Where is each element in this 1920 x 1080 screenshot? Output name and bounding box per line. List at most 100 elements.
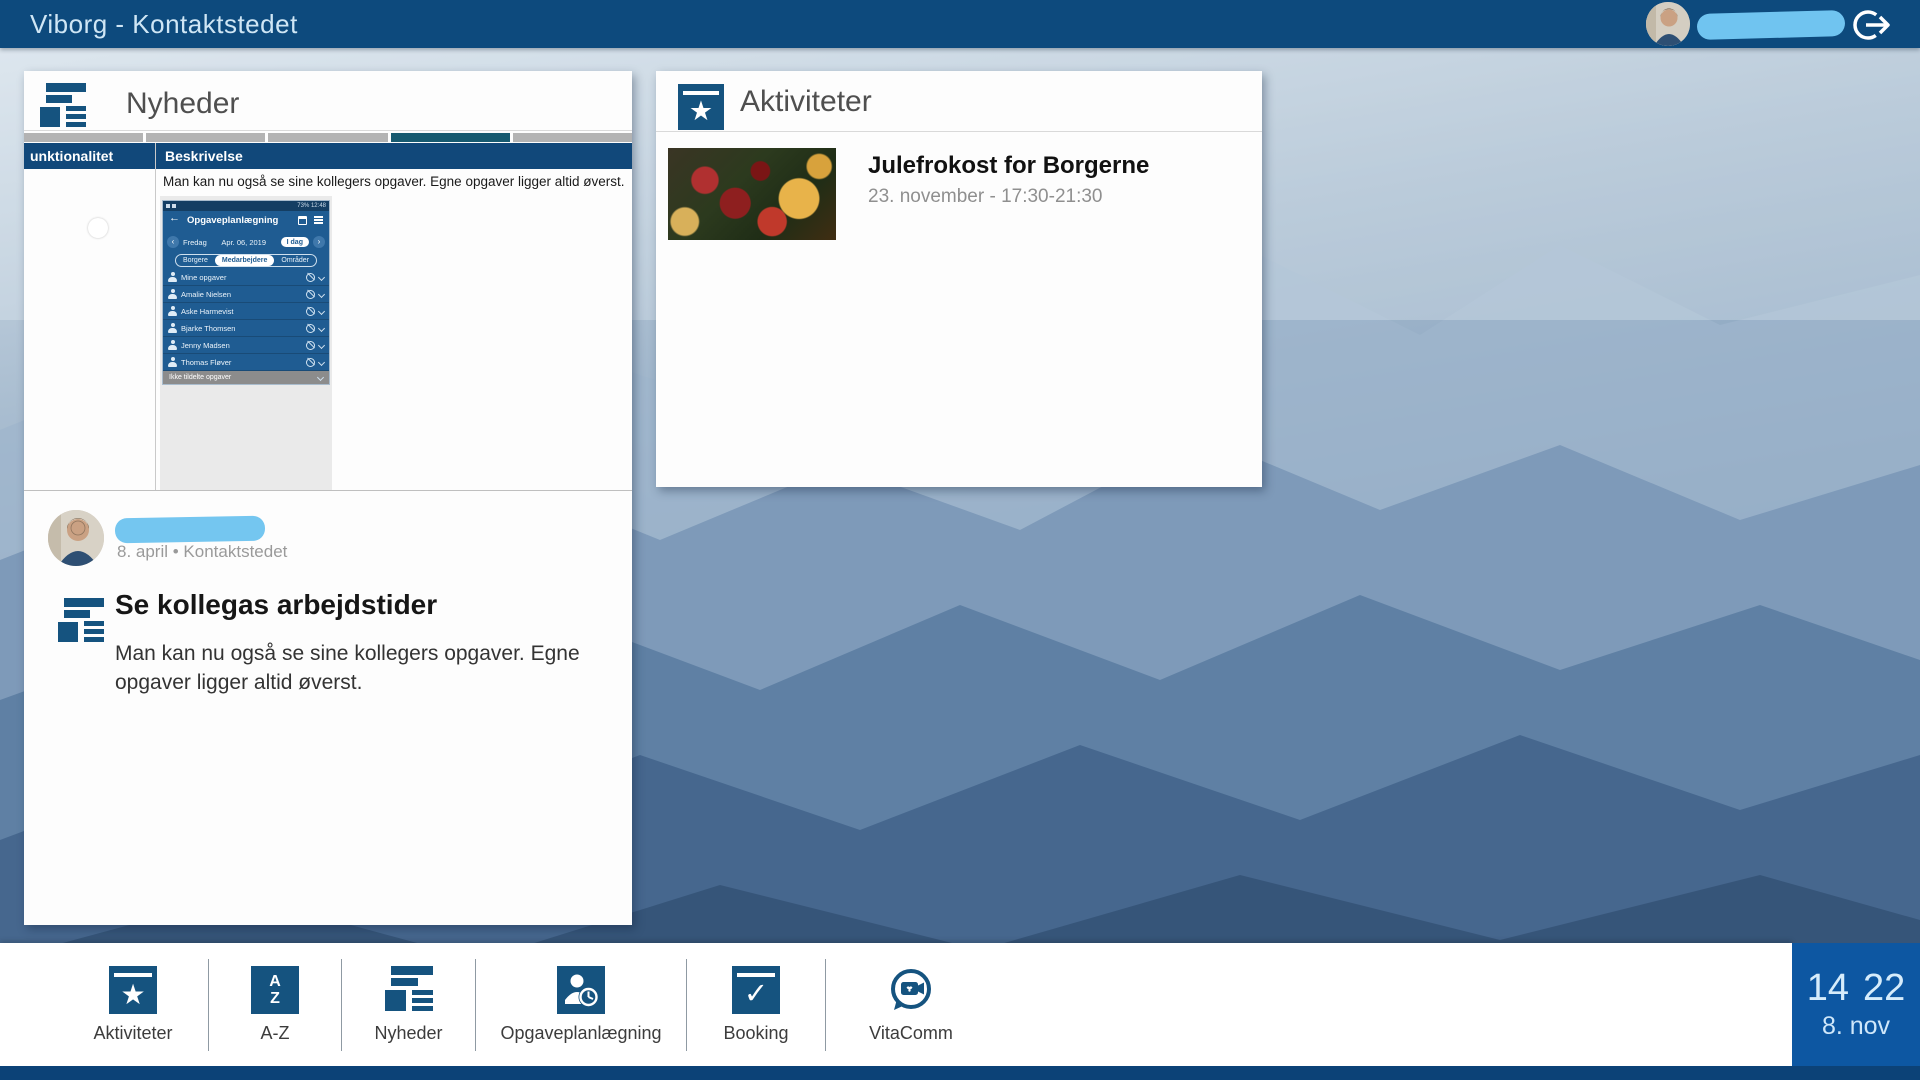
phone-list-row: Aske Harmevist: [163, 303, 329, 320]
pager-segment[interactable]: [146, 133, 265, 142]
phone-row-label: Thomas Fløver: [181, 358, 231, 367]
star-glyph: ★: [678, 95, 724, 127]
phone-tab-borgere: Borgere: [176, 255, 215, 266]
phone-app-bar: ← Opgaveplanlægning: [163, 211, 329, 232]
divider: [24, 130, 632, 131]
phone-date-nav: ‹ Fredag Apr. 06, 2019 I dag ›: [163, 232, 329, 252]
dock-label: A-Z: [261, 1023, 290, 1044]
event-item[interactable]: Julefrokost for Borgerne 23. november - …: [656, 138, 1262, 258]
event-datetime: 23. november - 17:30-21:30: [868, 186, 1103, 208]
chevron-down-icon: [318, 358, 325, 365]
phone-status-bar: 73% 12:48: [163, 201, 329, 211]
divider: [656, 131, 1262, 132]
phone-screenshot-image: 73% 12:48 ← Opgaveplanlægning ‹ Fredag A…: [162, 200, 330, 385]
bottom-strip: [0, 1066, 1920, 1080]
dock-item-booking[interactable]: ✓ Booking: [687, 943, 825, 1066]
table-column-divider: [155, 143, 156, 490]
person-icon: [168, 340, 177, 350]
pager-segment[interactable]: [24, 133, 143, 142]
news-tile-icon: [385, 966, 433, 1014]
menu-icon: [314, 216, 323, 225]
dock-label: Opgaveplanlægning: [500, 1023, 661, 1044]
calendar-icon: [298, 216, 307, 225]
star-glyph: ★: [109, 978, 157, 1011]
user-name-redaction: [1697, 10, 1846, 40]
phone-row-label: Aske Harmevist: [181, 307, 234, 316]
chevron-down-icon: [318, 290, 325, 297]
post-news-icon: [58, 598, 104, 644]
phone-tab-medarbejdere: Medarbejdere: [215, 255, 275, 266]
phone-date-label: Apr. 06, 2019: [221, 238, 266, 247]
clock-widget: 14 22 8. nov: [1792, 943, 1920, 1066]
clock-date: 8. nov: [1822, 1012, 1890, 1041]
pager-segment[interactable]: [513, 133, 632, 142]
no-entry-icon: [306, 358, 315, 367]
clock-time: 14 22: [1807, 968, 1906, 1008]
phone-today-button: I dag: [281, 237, 309, 247]
booking-tile-icon: ✓: [732, 966, 780, 1014]
post-author-photo: [48, 510, 104, 566]
chevron-down-icon: [318, 307, 325, 314]
dock-label: Booking: [723, 1023, 788, 1044]
phone-list-row: Jenny Madsen: [163, 337, 329, 354]
post-author-name-redaction: [115, 516, 265, 544]
event-image-christmas: [668, 148, 836, 240]
no-entry-icon: [306, 290, 315, 299]
top-bar: Viborg - Kontaktstedet: [0, 0, 1920, 48]
task-planning-tile-icon: [557, 966, 605, 1014]
bottom-dock: ★ Aktiviteter A Z A-Z Nyheder: [0, 943, 1792, 1066]
person-icon: [168, 323, 177, 333]
dock-item-vitacomm[interactable]: VitaComm: [826, 943, 996, 1066]
pager-segment-active[interactable]: [391, 133, 510, 142]
video-chat-tile-icon: [887, 966, 935, 1014]
chevron-down-icon: [318, 273, 325, 280]
phone-app-title: Opgaveplanlægning: [187, 215, 278, 226]
no-entry-icon: [306, 307, 315, 316]
app-title: Viborg - Kontaktstedet: [30, 0, 298, 48]
pager-segment[interactable]: [268, 133, 387, 142]
dock-item-nyheder[interactable]: Nyheder: [342, 943, 475, 1066]
phone-row-label: Jenny Madsen: [181, 341, 230, 350]
post-meta: 8. april • Kontaktstedet: [117, 542, 287, 562]
table-bottom-border: [24, 490, 632, 491]
phone-footer-label: Ikke tildelte opgaver: [169, 374, 231, 381]
table-description-cell: Man kan nu også se sine kollegers opgave…: [163, 174, 628, 189]
news-icon: [40, 83, 86, 129]
table-header-description: Beskrivelse: [165, 143, 243, 169]
phone-row-label: Bjarke Thomsen: [181, 324, 235, 333]
back-arrow-icon: ←: [169, 212, 180, 224]
person-icon: [168, 357, 177, 367]
phone-list-row: Bjarke Thomsen: [163, 320, 329, 337]
activities-card-title: Aktiviteter: [740, 85, 872, 119]
next-day-icon: ›: [313, 236, 325, 248]
no-entry-icon: [306, 273, 315, 282]
dock-item-aktiviteter[interactable]: ★ Aktiviteter: [58, 943, 208, 1066]
activities-card: ★ Aktiviteter Julefrokost for Borgerne 2…: [656, 71, 1262, 487]
letter-a: A: [269, 973, 281, 990]
dock-label: Aktiviteter: [93, 1023, 172, 1044]
person-icon: [168, 272, 177, 282]
dock-item-az[interactable]: A Z A-Z: [209, 943, 341, 1066]
status-icon: [172, 204, 176, 208]
logout-icon[interactable]: [1850, 3, 1894, 47]
check-glyph: ✓: [732, 977, 780, 1011]
user-photo: [1646, 2, 1690, 46]
phone-footer-bar: Ikke tildelte opgaver: [163, 371, 329, 384]
az-tile-icon: A Z: [251, 966, 299, 1014]
news-card-title: Nyheder: [126, 87, 239, 121]
event-title: Julefrokost for Borgerne: [868, 152, 1149, 180]
table-header-row: unktionalitet Beskrivelse: [24, 143, 632, 169]
prev-day-icon: ‹: [167, 236, 179, 248]
carousel-pager: [24, 133, 632, 142]
activities-icon: ★: [678, 84, 724, 130]
person-icon: [168, 289, 177, 299]
phone-list-row: Thomas Fløver: [163, 354, 329, 371]
post-heading: Se kollegas arbejdstider: [115, 589, 437, 621]
phone-row-label: Amalie Nielsen: [181, 290, 231, 299]
user-avatar[interactable]: [1646, 2, 1690, 46]
letter-z: Z: [270, 990, 280, 1007]
dock-item-opgaveplanlaegning[interactable]: Opgaveplanlægning: [476, 943, 686, 1066]
table-header-functionality: unktionalitet: [30, 143, 113, 169]
no-entry-icon: [306, 324, 315, 333]
activities-tile-icon: ★: [109, 966, 157, 1014]
